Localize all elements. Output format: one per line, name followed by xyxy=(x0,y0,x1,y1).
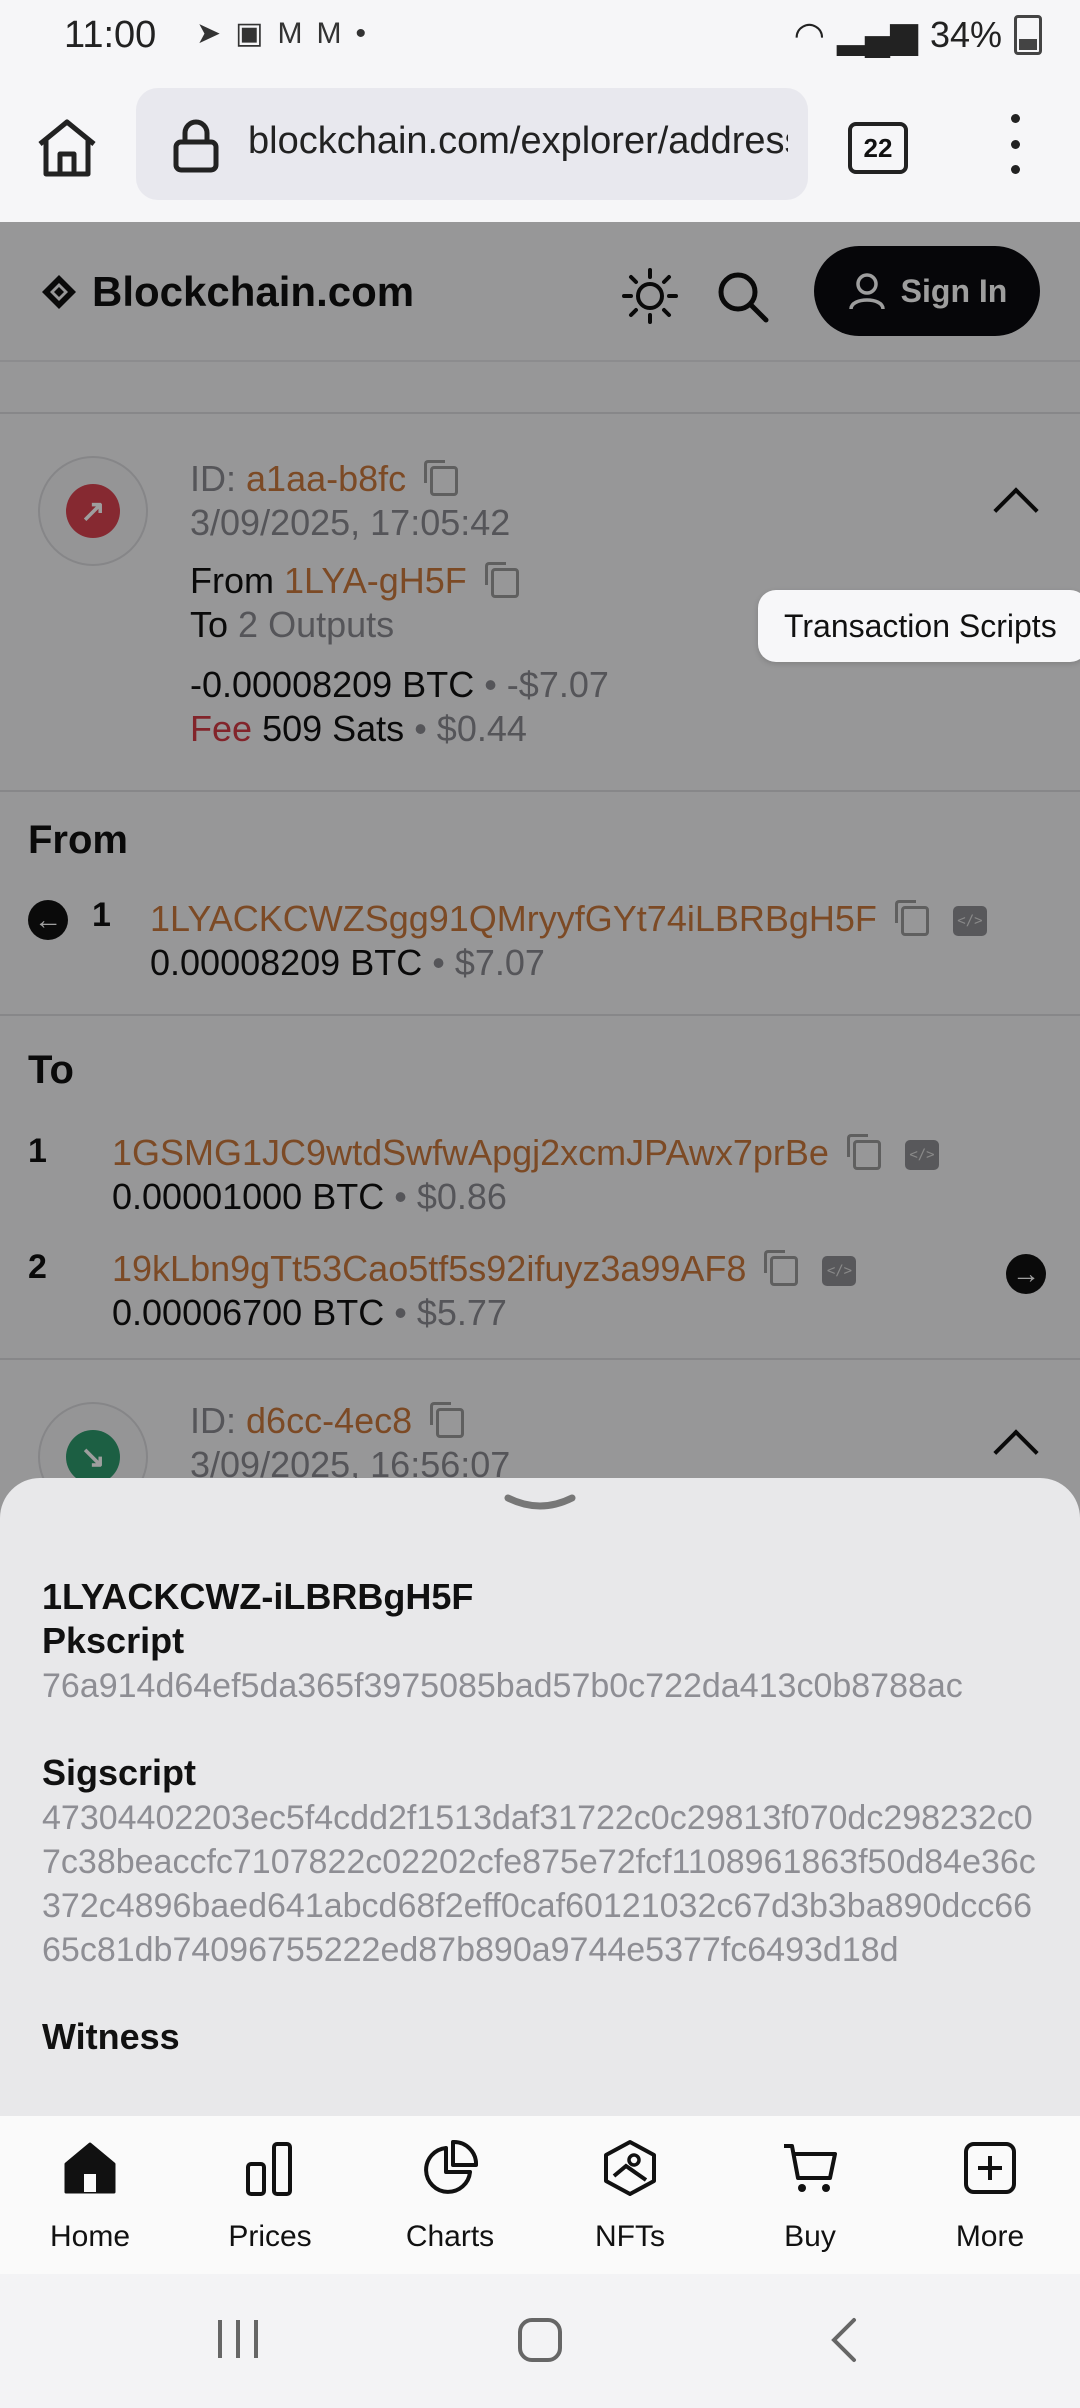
browser-toolbar: blockchain.com/explorer/address 22 xyxy=(0,72,1080,222)
nav-nfts-label: NFTs xyxy=(595,2220,665,2253)
notification-icons: ➤ ▣ M M • xyxy=(196,16,366,51)
status-bar: 11:00 ➤ ▣ M M • ◠ ▂▄▆ 34% xyxy=(0,0,1080,72)
tab-switcher-button[interactable]: 22 xyxy=(848,122,908,174)
battery-icon xyxy=(1014,15,1042,55)
wifi-icon: ◠ xyxy=(793,14,826,55)
nav-nfts[interactable]: NFTs xyxy=(540,2116,720,2274)
status-time: 11:00 xyxy=(64,14,157,56)
nft-icon xyxy=(604,2140,656,2196)
cart-icon xyxy=(784,2144,837,2192)
nav-more[interactable]: More xyxy=(900,2116,1080,2274)
scripts-bottom-sheet: 1LYACKCWZ-iLBRBgH5F Pkscript 76a914d64ef… xyxy=(0,1478,1080,2118)
pie-chart-icon xyxy=(424,2139,479,2194)
sigscript-value: 47304402203ec5f4cdd2f1513daf31722c0c2981… xyxy=(42,1799,1036,1969)
pkscript-value: 76a914d64ef5da365f3975085bad57b0c722da41… xyxy=(42,1667,963,1705)
witness-label: Witness xyxy=(42,2016,180,2057)
nav-prices-label: Prices xyxy=(228,2220,312,2253)
gmail-icon: M xyxy=(316,16,342,50)
lock-icon xyxy=(173,119,219,173)
browser-menu-icon[interactable] xyxy=(1000,114,1030,174)
pkscript-label: Pkscript xyxy=(42,1620,185,1661)
plus-square-icon xyxy=(964,2142,1016,2194)
home-button-icon[interactable] xyxy=(516,2316,564,2364)
sigscript-label: Sigscript xyxy=(42,1752,197,1793)
battery-level: 34% xyxy=(929,14,1002,55)
more-notifications-icon: • xyxy=(355,16,367,50)
sheet-title: 1LYACKCWZ-iLBRBgH5F xyxy=(42,1576,474,1617)
system-navigation-bar xyxy=(0,2274,1080,2408)
nav-buy-label: Buy xyxy=(784,2220,836,2253)
bar-chart-icon xyxy=(246,2142,292,2196)
transaction-scripts-tooltip: Transaction Scripts xyxy=(758,590,1080,662)
back-icon[interactable] xyxy=(826,2316,862,2364)
signal-icon: ▂▄▆ xyxy=(837,14,918,55)
nav-more-label: More xyxy=(955,2220,1025,2253)
nav-buy[interactable]: Buy xyxy=(720,2116,900,2274)
sheet-handle-icon[interactable] xyxy=(504,1492,576,1514)
system-status: ◠ ▂▄▆ 34% xyxy=(794,14,1042,56)
telegram-icon: ➤ xyxy=(196,17,222,50)
address-bar[interactable]: blockchain.com/explorer/address xyxy=(136,88,808,200)
recent-apps-icon[interactable] xyxy=(214,2316,262,2362)
url-text[interactable]: blockchain.com/explorer/address xyxy=(248,120,788,163)
nav-charts-label: Charts xyxy=(405,2220,495,2253)
home-icon xyxy=(64,2142,116,2194)
bottom-navigation: Home Prices Charts NFTs Buy More xyxy=(0,2116,1080,2274)
nav-home-label: Home xyxy=(49,2220,131,2253)
clipboard-icon: ▣ xyxy=(235,17,264,50)
gmail-icon: M xyxy=(277,16,303,50)
nav-home[interactable]: Home xyxy=(0,2116,180,2274)
nav-prices[interactable]: Prices xyxy=(180,2116,360,2274)
nav-charts[interactable]: Charts xyxy=(360,2116,540,2274)
home-icon[interactable] xyxy=(34,114,100,180)
